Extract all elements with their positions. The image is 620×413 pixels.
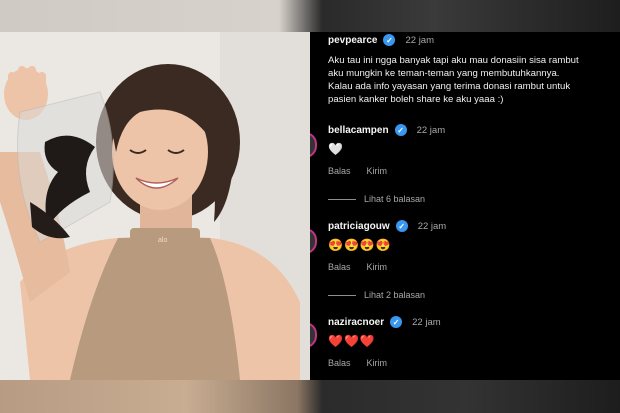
blurred-bottom-border bbox=[0, 380, 620, 413]
username[interactable]: patriciagouw bbox=[328, 221, 390, 232]
username[interactable]: naziracnoer bbox=[328, 317, 384, 328]
woman-holding-hair-photo: alo bbox=[0, 32, 310, 380]
view-replies-label: Lihat 6 balasan bbox=[364, 194, 426, 204]
view-replies-label: Lihat 2 balasan bbox=[364, 290, 426, 300]
post-photo: alo bbox=[0, 32, 310, 380]
timestamp: 22 jam bbox=[416, 124, 446, 136]
verified-badge-icon: ✓ bbox=[383, 34, 396, 46]
avatar-icon[interactable] bbox=[310, 228, 317, 254]
reply-button[interactable]: Balas bbox=[328, 166, 351, 176]
username[interactable]: bellacampen bbox=[328, 125, 389, 136]
comment-item: bellacampen ✓ 22 jam 🤍 Balas Kirim bbox=[328, 124, 618, 176]
avatar-icon[interactable] bbox=[310, 322, 317, 348]
blurred-top-border bbox=[0, 0, 620, 32]
timestamp: 22 jam bbox=[412, 316, 441, 328]
avatar-icon[interactable] bbox=[310, 132, 317, 158]
view-replies-link[interactable]: Lihat 6 balasan bbox=[328, 194, 425, 204]
screenshot-frame: alo pevpearce ✓ 22 jam Aku tau ini ngga … bbox=[0, 0, 620, 413]
timestamp: 22 jam bbox=[405, 34, 434, 46]
comment-text: 🤍 bbox=[328, 142, 344, 156]
reply-button[interactable]: Balas bbox=[328, 358, 351, 368]
shirt-logo: alo bbox=[158, 237, 167, 244]
divider-line bbox=[328, 198, 356, 200]
comment-item: naziracnoer ✓ 22 jam ❤️❤️❤️ Balas Kirim bbox=[328, 316, 618, 368]
verified-badge-icon: ✓ bbox=[390, 316, 403, 328]
verified-badge-icon: ✓ bbox=[395, 220, 408, 232]
comment-caption: pevpearce ✓ 22 jam Aku tau ini ngga bany… bbox=[328, 34, 618, 106]
divider-line bbox=[328, 294, 356, 296]
send-button[interactable]: Kirim bbox=[367, 358, 388, 368]
timestamp: 22 jam bbox=[417, 220, 447, 232]
verified-badge-icon: ✓ bbox=[394, 124, 407, 136]
view-replies-link[interactable]: Lihat 2 balasan bbox=[328, 290, 425, 300]
reply-button[interactable]: Balas bbox=[328, 262, 351, 272]
comment-text: ❤️❤️❤️ bbox=[328, 334, 376, 348]
comment-item: patriciagouw ✓ 22 jam 😍😍😍😍 Balas Kirim bbox=[328, 220, 618, 272]
comment-text: 😍😍😍😍 bbox=[328, 238, 392, 252]
comments-panel: pevpearce ✓ 22 jam Aku tau ini ngga bany… bbox=[310, 32, 620, 380]
send-button[interactable]: Kirim bbox=[367, 262, 388, 272]
comment-text: Aku tau ini ngga banyak tapi aku mau don… bbox=[328, 55, 579, 105]
send-button[interactable]: Kirim bbox=[367, 166, 388, 176]
username[interactable]: pevpearce bbox=[328, 35, 377, 46]
